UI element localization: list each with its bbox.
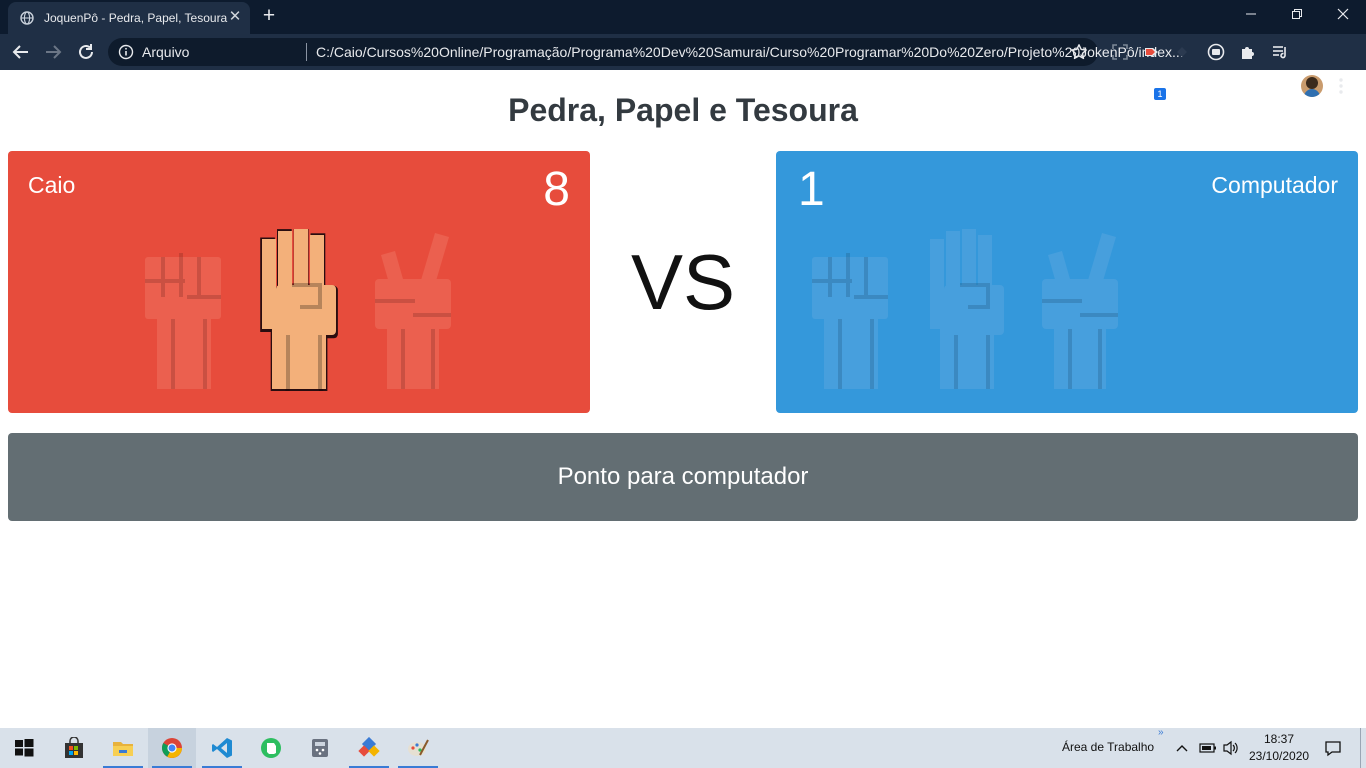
close-window-button[interactable] (1320, 0, 1366, 30)
address-separator (306, 43, 307, 61)
paint-icon (408, 739, 429, 756)
close-tab-icon[interactable]: ✕ (226, 8, 244, 26)
computer-scissors-icon (1040, 229, 1122, 391)
info-icon[interactable] (118, 44, 134, 60)
new-tab-button[interactable]: + (258, 5, 280, 28)
computer-rock-icon (810, 229, 892, 391)
back-arrow-icon[interactable] (10, 41, 32, 63)
browser-titlebar: JoquenPô - Pedra, Papel, Tesoura ✕ + (0, 0, 1366, 34)
battery-icon[interactable] (1199, 741, 1217, 755)
vscode-icon (212, 738, 232, 758)
desktop-toolbar-label[interactable]: Área de Trabalho (1062, 740, 1154, 754)
windows-taskbar: Área de Trabalho » 18:37 23/10/2020 (0, 727, 1366, 768)
url-text[interactable]: C:/Caio/Cursos%20Online/Programação/Prog… (316, 44, 1184, 60)
evernote-icon (261, 738, 281, 758)
taskbar-store[interactable] (50, 728, 98, 768)
windows-logo-icon (15, 739, 34, 757)
taskbar-file-explorer[interactable] (99, 728, 147, 768)
media-queue-icon[interactable] (1270, 42, 1290, 62)
vs-label: VS (630, 238, 736, 326)
player-rock-icon[interactable] (143, 229, 225, 391)
taskbar-vscode[interactable] (198, 728, 246, 768)
taskbar-chrome[interactable] (148, 728, 196, 768)
notification-center-icon[interactable] (1324, 739, 1342, 757)
globe-icon (20, 11, 34, 25)
player-score: 8 (543, 163, 570, 216)
taskbar-snipping[interactable] (345, 728, 393, 768)
clock-time[interactable]: 18:37 (1264, 732, 1294, 746)
reload-icon[interactable] (75, 41, 97, 63)
muted-extension-icon[interactable] (1174, 42, 1194, 62)
forward-arrow-icon[interactable] (42, 41, 64, 63)
video-extension-icon[interactable] (1206, 42, 1226, 62)
snipping-icon (358, 737, 380, 757)
toolbar-chevron-icon[interactable]: » (1158, 727, 1164, 738)
volume-icon[interactable] (1222, 739, 1240, 757)
taskbar-evernote[interactable] (247, 728, 295, 768)
browser-toolbar: Arquivo C:/Caio/Cursos%20Online/Programa… (0, 34, 1366, 100)
show-desktop-button[interactable] (1360, 728, 1361, 768)
computer-paper-icon (926, 229, 1008, 391)
store-icon (65, 737, 83, 758)
bookmark-star-icon[interactable] (1070, 43, 1088, 61)
taskbar-paint[interactable] (394, 728, 442, 768)
player-card: Caio 8 (8, 151, 590, 413)
address-bar[interactable]: Arquivo C:/Caio/Cursos%20Online/Programa… (108, 38, 1184, 66)
scheme-label: Arquivo (142, 44, 190, 60)
extension-arrow-icon[interactable] (1142, 42, 1162, 62)
computer-name: Computador (1211, 172, 1338, 198)
page-title: Pedra, Papel e Tesoura (508, 92, 858, 128)
tab-title: JoquenPô - Pedra, Papel, Tesoura (44, 11, 228, 25)
browser-tab[interactable]: JoquenPô - Pedra, Papel, Tesoura ✕ (8, 2, 250, 34)
puzzle-icon[interactable] (1238, 42, 1258, 62)
calculator-icon (312, 739, 328, 757)
file-explorer-icon (113, 742, 133, 756)
chrome-icon (162, 738, 182, 758)
clock-date[interactable]: 23/10/2020 (1249, 749, 1309, 763)
player-name: Caio (28, 172, 76, 198)
taskbar-calculator[interactable] (296, 728, 344, 768)
computer-score: 1 (798, 163, 825, 216)
result-message: Ponto para computador (8, 433, 1358, 521)
restore-button[interactable] (1274, 0, 1320, 30)
show-hidden-icons-chevron-icon[interactable] (1175, 742, 1189, 754)
start-button[interactable] (0, 728, 48, 768)
player-paper-icon[interactable] (258, 229, 340, 391)
minimize-button[interactable] (1228, 0, 1274, 30)
screen-capture-icon[interactable] (1110, 42, 1130, 62)
player-scissors-icon[interactable] (373, 229, 455, 391)
computer-card: 1 Computador (776, 151, 1358, 413)
